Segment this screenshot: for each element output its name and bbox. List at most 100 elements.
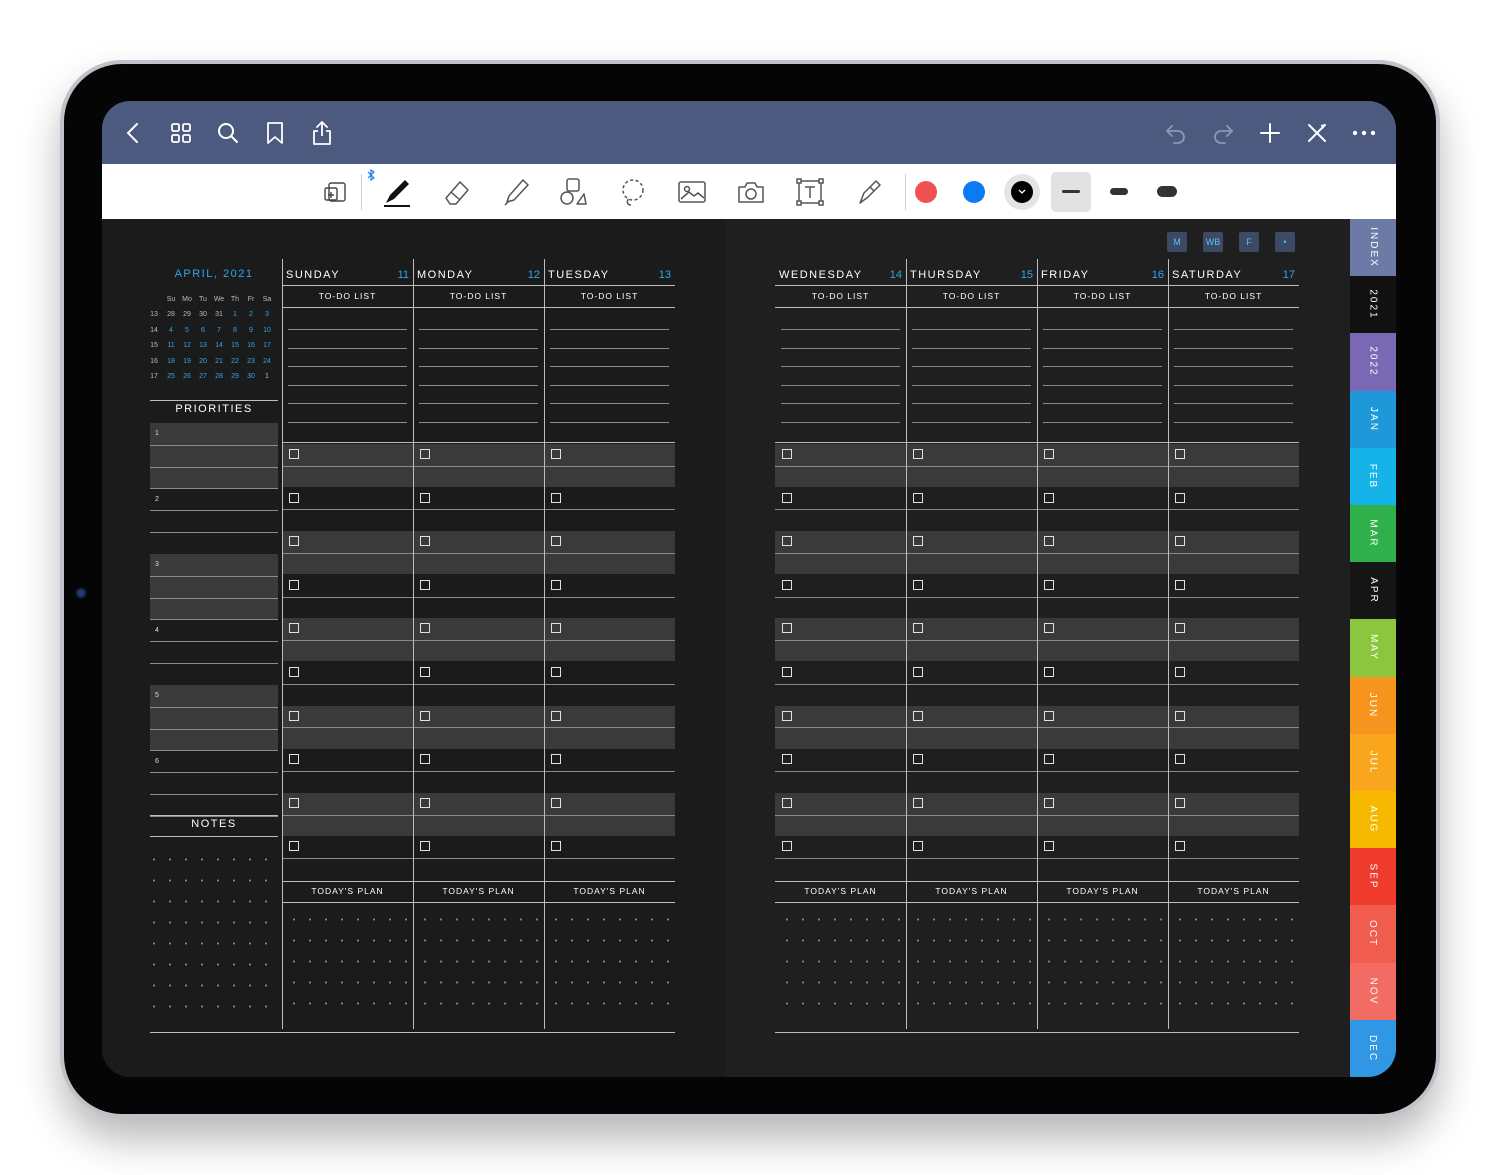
day-name-sunday[interactable]: SUNDAY [286, 269, 340, 281]
task-checkbox[interactable] [289, 623, 299, 634]
todo-line[interactable] [912, 366, 1031, 367]
todo-line[interactable] [1174, 329, 1293, 330]
task-checkbox[interactable] [913, 797, 923, 808]
mini-cal-day[interactable]: 17 [260, 342, 274, 349]
task-checkbox[interactable] [551, 449, 561, 459]
task-checkbox[interactable] [1044, 841, 1054, 852]
text-box-icon[interactable] [791, 173, 829, 211]
mini-cal-day[interactable]: 16 [244, 342, 258, 349]
plan-dot-grid[interactable] [1172, 909, 1297, 1019]
mini-cal-day[interactable]: 27 [196, 373, 210, 380]
page-tool-icon[interactable] [316, 173, 354, 211]
todo-line[interactable] [288, 329, 407, 330]
day-name-tuesday[interactable]: TUESDAY [548, 269, 610, 281]
redo-icon[interactable] [1206, 116, 1240, 150]
todo-line[interactable] [550, 366, 669, 367]
task-checkbox[interactable] [420, 492, 430, 503]
grid-icon[interactable] [164, 116, 198, 150]
pen-icon[interactable] [378, 173, 416, 211]
bookmark-icon[interactable] [258, 116, 292, 150]
task-checkbox[interactable] [1175, 797, 1185, 808]
mini-cal-day[interactable]: 28 [164, 311, 178, 318]
plan-dot-grid[interactable] [417, 909, 542, 1019]
priority-line[interactable] [150, 706, 278, 708]
task-checkbox[interactable] [551, 623, 561, 634]
share-icon[interactable] [305, 116, 339, 150]
image-icon[interactable] [673, 173, 711, 211]
tab-jul[interactable]: JUL [1350, 733, 1396, 791]
day-number[interactable]: 17 [1275, 269, 1295, 281]
mini-cal-week-number[interactable]: 17 [147, 373, 161, 380]
task-checkbox[interactable] [913, 492, 923, 503]
mini-cal-day[interactable]: 15 [228, 342, 242, 349]
tab-dec[interactable]: DEC [1350, 1019, 1396, 1077]
todo-line[interactable] [1043, 384, 1162, 386]
task-checkbox[interactable] [782, 841, 792, 852]
todo-line[interactable] [550, 403, 669, 404]
todo-line[interactable] [288, 384, 407, 386]
priority-line[interactable] [150, 575, 278, 577]
thin-stroke-button[interactable] [1051, 172, 1091, 212]
mini-cal-day[interactable]: 10 [260, 327, 274, 334]
mini-cal-day[interactable]: 11 [164, 342, 178, 349]
day-name-wednesday[interactable]: WEDNESDAY [779, 269, 863, 281]
day-number[interactable]: 15 [1013, 269, 1033, 281]
mini-cal-day[interactable]: 19 [180, 358, 194, 365]
mini-cal-day[interactable]: 21 [212, 358, 226, 365]
mini-cal-day[interactable]: 25 [164, 373, 178, 380]
plan-dot-grid[interactable] [910, 909, 1035, 1019]
task-checkbox[interactable] [1175, 449, 1185, 459]
task-checkbox[interactable] [913, 623, 923, 634]
todo-line[interactable] [1043, 403, 1162, 404]
tab-2022[interactable]: 2022 [1350, 333, 1396, 391]
task-checkbox[interactable] [420, 667, 430, 677]
task-checkbox[interactable] [1044, 797, 1054, 808]
task-checkbox[interactable] [913, 710, 923, 721]
priority-line[interactable] [150, 488, 278, 490]
task-checkbox[interactable] [289, 579, 299, 590]
task-checkbox[interactable] [1175, 710, 1185, 721]
task-checkbox[interactable] [420, 754, 430, 765]
task-checkbox[interactable] [289, 841, 299, 852]
priority-line[interactable] [150, 641, 278, 643]
todo-line[interactable] [419, 347, 538, 349]
task-checkbox[interactable] [1044, 623, 1054, 634]
mini-cal-day[interactable]: 31 [212, 311, 226, 318]
plus-icon[interactable] [1253, 116, 1287, 150]
mini-cal-day[interactable]: 1 [228, 311, 242, 318]
tab-aug[interactable]: AUG [1350, 791, 1396, 849]
todo-line[interactable] [419, 366, 538, 367]
todo-line[interactable] [781, 329, 900, 330]
black-color-swatch-selected[interactable] [1004, 174, 1040, 210]
todo-line[interactable] [1043, 366, 1162, 367]
todo-line[interactable] [419, 403, 538, 404]
tab-feb[interactable]: FEB [1350, 447, 1396, 505]
day-number[interactable]: 11 [389, 269, 409, 281]
thick-stroke-button[interactable] [1157, 186, 1177, 197]
day-number[interactable]: 13 [651, 269, 671, 281]
task-checkbox[interactable] [913, 841, 923, 852]
quick-link-wb[interactable]: WB [1203, 232, 1223, 252]
medium-stroke-button[interactable] [1110, 188, 1128, 195]
mini-cal-day[interactable]: 18 [164, 358, 178, 365]
quick-link-f[interactable]: F [1239, 232, 1259, 252]
todo-line[interactable] [912, 384, 1031, 386]
todo-line[interactable] [781, 403, 900, 404]
mini-cal-day[interactable]: 6 [196, 327, 210, 334]
todo-line[interactable] [288, 403, 407, 404]
day-name-friday[interactable]: FRIDAY [1041, 269, 1090, 281]
task-checkbox[interactable] [551, 754, 561, 765]
task-checkbox[interactable] [1044, 710, 1054, 721]
priority-line[interactable] [150, 532, 278, 534]
search-icon[interactable] [211, 116, 245, 150]
back-chevron-icon[interactable] [116, 116, 150, 150]
todo-line[interactable] [912, 329, 1031, 330]
month-title[interactable]: APRIL, 2021 [150, 268, 278, 280]
mini-cal-day[interactable]: 1 [260, 373, 274, 380]
priority-line[interactable] [150, 794, 278, 796]
todo-line[interactable] [550, 384, 669, 386]
task-checkbox[interactable] [289, 449, 299, 459]
todo-line[interactable] [419, 421, 538, 423]
todo-line[interactable] [1043, 421, 1162, 423]
lasso-icon[interactable] [614, 173, 652, 211]
